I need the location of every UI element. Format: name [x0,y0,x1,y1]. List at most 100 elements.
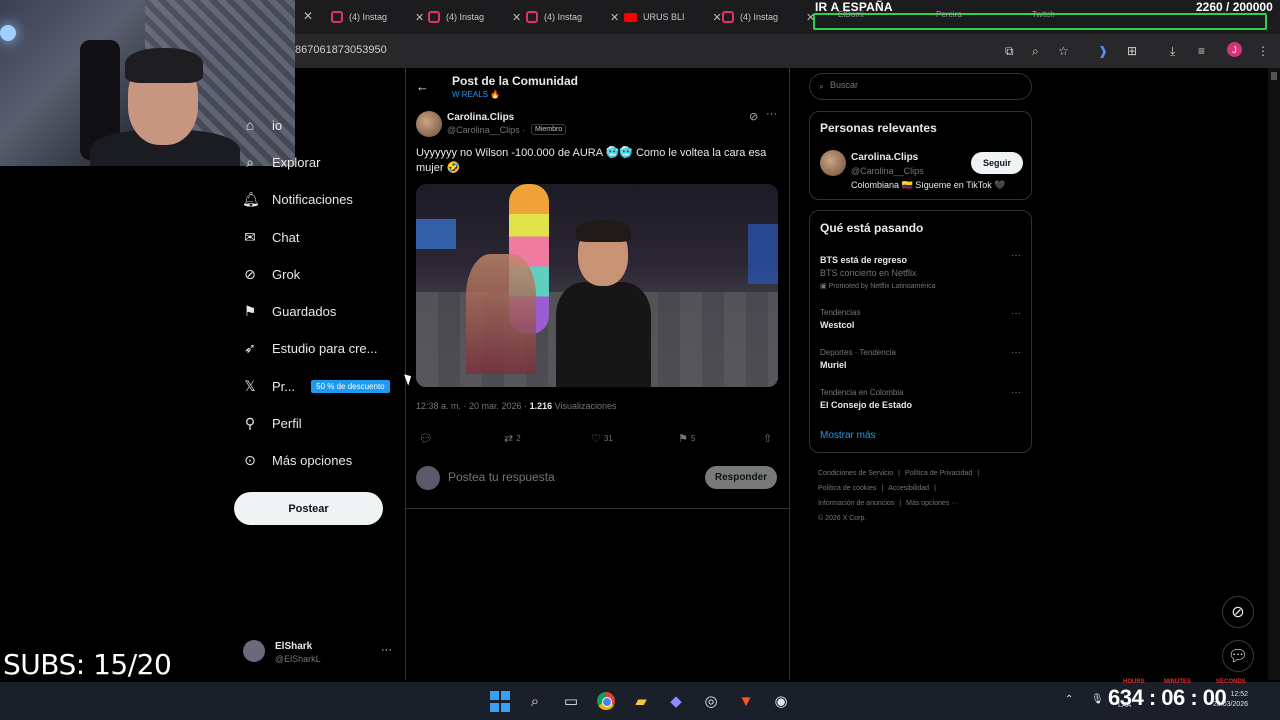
browser-tab[interactable]: URUS BLI ✕ [624,6,722,28]
menu-icon[interactable]: ⋮ [1257,44,1269,58]
bookmark-action[interactable]: ⚑ 5 [678,432,695,445]
more-icon[interactable]: ··· [1011,387,1021,398]
tab-close-icon[interactable]: ✕ [512,11,521,24]
show-more-link[interactable]: Mostrar más [820,430,876,441]
download-icon[interactable]: ⤓ [1170,44,1175,59]
reply-button[interactable]: Responder [705,466,777,489]
chevron-up-icon[interactable]: ⌃ [1065,694,1073,705]
browser-tab[interactable]: (4) Instag ✕ [722,6,815,28]
footer-link[interactable]: Más opciones ··· [906,500,958,507]
nav-item-chat[interactable]: ✉ Chat [242,225,299,249]
author-handle[interactable]: @Carolina__Clips · [447,125,525,135]
repost-action[interactable]: ⇄ 2 [504,432,521,445]
grok-fab-icon[interactable]: ⊘ [1222,596,1254,628]
footer-link[interactable]: Política de cookies [818,485,876,492]
webcam-feed [0,0,295,166]
puzzle-icon[interactable]: ⊞ [1127,44,1137,58]
profile-avatar[interactable]: J [1227,42,1242,57]
relevant-people-card: Personas relevantes Carolina.Clips @Caro… [809,111,1032,200]
star-icon[interactable]: ☆ [1058,44,1069,58]
install-app-icon[interactable]: ⧉ [1005,44,1014,59]
video-person-hair [576,220,631,242]
extension-icon[interactable]: ❱ [1098,44,1108,58]
footer-separator: | [899,500,902,507]
tab-close-icon[interactable]: ✕ [713,11,722,24]
more-icon[interactable]: ··· [1011,347,1021,358]
scrollbar[interactable] [1268,68,1280,680]
follow-button[interactable]: Seguir [971,152,1023,174]
search-icon[interactable]: ⌕ [524,690,546,712]
group-tab-label[interactable]: Twitch [1032,10,1055,19]
task-view-icon[interactable]: ▭ [560,690,582,712]
nav-item-profile[interactable]: ⚲ Perfil [242,411,302,435]
author-avatar[interactable] [416,111,442,137]
trend-item[interactable]: Tendencias Westcol [820,308,1020,330]
search-icon: ⌕ [246,153,254,170]
microphone-icon[interactable]: 🎙︎ [1091,694,1104,705]
share-icon: ⇧ [763,433,773,445]
share-action[interactable]: ⇧ [763,432,772,445]
instagram-icon [428,11,440,23]
nav-item-grok[interactable]: ⊘ Grok [242,262,300,286]
tab-close-icon[interactable]: ✕ [303,9,313,23]
tab-close-icon[interactable]: ✕ [415,11,424,24]
reply-input[interactable]: Postea tu respuesta [448,470,555,484]
relevant-person-handle[interactable]: @Carolina__Clips [851,166,924,176]
more-icon[interactable]: ··· [1011,250,1021,261]
browser-tab[interactable]: (4) Instag ✕ [526,6,619,28]
folder-icon[interactable]: ▰ [630,690,652,712]
nav-item-explore[interactable]: ⌕ Explorar [242,150,320,174]
nav-item-more[interactable]: ⊙ Más opciones [242,448,352,472]
footer-link[interactable]: Información de anuncios [818,500,894,507]
messages-fab-icon[interactable]: 💬︎ [1222,640,1254,672]
app-icon[interactable]: ◆ [665,690,687,712]
trend-context: Tendencias [820,308,861,317]
group-tab-label[interactable]: Pereira [936,10,962,19]
reply-action[interactable]: 💬︎ [419,432,436,445]
trend-item[interactable]: Tendencia en Colombia El Consejo de Esta… [820,388,1020,410]
trend-item[interactable]: Deportes · Tendencia Muriel [820,348,1020,370]
post-video[interactable] [416,184,778,387]
goal-count: 2260 / 200000 [1196,0,1273,14]
browser-tab[interactable]: (4) Instag ✕ [331,6,424,28]
nav-item-notifications[interactable]: 🔔︎ Notificaciones [242,187,353,211]
nav-item-home[interactable]: ⌂ io [242,113,282,137]
windows-start-icon[interactable] [489,690,511,712]
browser-tab[interactable]: (4) Instag ✕ [428,6,521,28]
zoom-icon[interactable]: ⌕ [1032,44,1039,59]
nav-item-bookmarks[interactable]: ⚑ Guardados [242,299,337,323]
author-name[interactable]: Carolina.Clips [447,112,514,123]
back-arrow-icon[interactable]: ← [416,79,429,94]
footer-separator: | [898,470,900,477]
trend-item[interactable]: BTS está de regreso BTS concierto en Net… [820,252,1020,290]
footer-link[interactable]: Accesibilidad [888,485,929,492]
footer-link[interactable]: Política de Privacidad [905,470,972,477]
more-icon[interactable]: ··· [766,108,777,120]
chrome-icon[interactable] [595,690,617,712]
reply-composer: Postea tu respuesta Responder [406,462,789,509]
trend-title: El Consejo de Estado [820,400,913,410]
like-action[interactable]: ♡ 31 [591,432,613,445]
nav-item-premium[interactable]: 𝕏 Pr... 50 % de descuento [242,374,390,398]
relevant-person-name[interactable]: Carolina.Clips [851,152,918,163]
more-icon[interactable]: ··· [381,644,392,656]
brave-icon[interactable]: ▼ [735,690,757,712]
tab-label: (4) Instag [349,12,388,22]
system-clock[interactable]: 12:52 20/03/2026 [1200,690,1248,710]
subs-counter: SUBS: 15/20 [3,648,172,681]
media-icon[interactable]: ≡ [1198,44,1205,58]
reply-icon: 💬︎ [419,433,433,445]
community-name[interactable]: W REALS 🔥 [452,90,500,99]
url-text[interactable]: 867061873053950 [295,44,387,56]
search-input[interactable] [830,80,1020,90]
footer-link[interactable]: Condiciones de Servicio [818,470,893,477]
grok-icon[interactable]: ⊘ [749,110,758,123]
relevant-person-avatar[interactable] [820,150,846,176]
nav-item-creator-studio[interactable]: ➶ Estudio para cre... [242,336,377,360]
more-icon[interactable]: ··· [1011,308,1021,319]
obs-icon[interactable]: ◉ [770,690,792,712]
steam-icon[interactable]: ◎ [700,690,722,712]
scrollbar-thumb[interactable] [1271,72,1277,80]
tab-close-icon[interactable]: ✕ [610,11,619,24]
post-button[interactable]: Postear [234,492,383,525]
